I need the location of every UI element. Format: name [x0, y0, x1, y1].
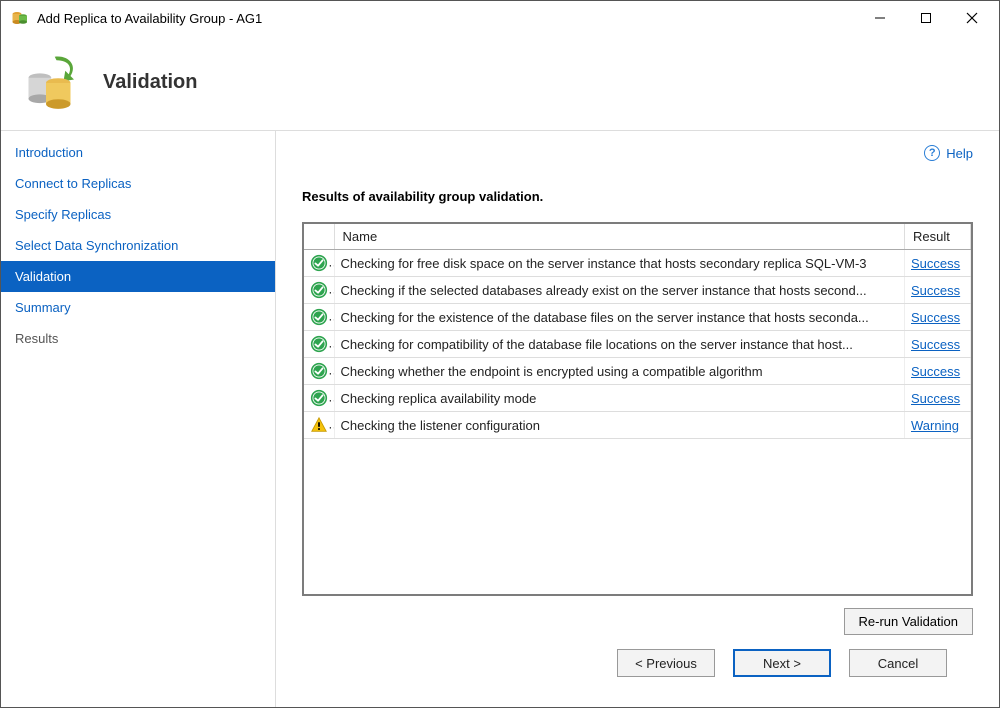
- table-row: Checking for compatibility of the databa…: [304, 331, 971, 358]
- table-row: Checking whether the endpoint is encrypt…: [304, 358, 971, 385]
- database-replica-icon: [25, 55, 81, 111]
- results-table: Name Result Checking for free disk space…: [302, 222, 973, 596]
- sidebar-item-label: Introduction: [15, 145, 83, 160]
- table-row: Checking for free disk space on the serv…: [304, 250, 971, 277]
- dialog-window: Add Replica to Availability Group - AG1: [0, 0, 1000, 708]
- previous-button[interactable]: < Previous: [617, 649, 715, 677]
- table-row: Checking the listener configuration Warni…: [304, 412, 971, 439]
- validation-check-name: Checking replica availability mode: [334, 385, 905, 412]
- results-heading: Results of availability group validation…: [302, 189, 973, 204]
- sidebar-item-label: Summary: [15, 300, 71, 315]
- sidebar-item-label: Results: [15, 331, 58, 346]
- sidebar-item-validation[interactable]: Validation: [1, 261, 275, 292]
- sidebar-item-results[interactable]: Results: [1, 323, 275, 354]
- sidebar-item-connect-to-replicas[interactable]: Connect to Replicas: [1, 168, 275, 199]
- column-header-result: Result: [905, 224, 971, 250]
- success-icon: [304, 331, 334, 358]
- sidebar-item-select-data-synchronization[interactable]: Select Data Synchronization: [1, 230, 275, 261]
- rerun-validation-button[interactable]: Re-run Validation: [844, 608, 973, 635]
- result-link[interactable]: Success: [911, 337, 960, 352]
- validation-check-name: Checking the listener configuration: [334, 412, 905, 439]
- header: Validation: [1, 35, 999, 131]
- result-link[interactable]: Warning: [911, 418, 959, 433]
- success-icon: [304, 385, 334, 412]
- result-link[interactable]: Success: [911, 391, 960, 406]
- result-link[interactable]: Success: [911, 310, 960, 325]
- table-row: Checking if the selected databases alrea…: [304, 277, 971, 304]
- success-icon: [304, 304, 334, 331]
- wizard-footer: < Previous Next > Cancel: [302, 635, 973, 691]
- result-link[interactable]: Success: [911, 283, 960, 298]
- titlebar: Add Replica to Availability Group - AG1: [1, 1, 999, 35]
- success-icon: [304, 358, 334, 385]
- column-header-name: Name: [334, 224, 905, 250]
- validation-check-name: Checking for the existence of the databa…: [334, 304, 905, 331]
- sidebar-item-specify-replicas[interactable]: Specify Replicas: [1, 199, 275, 230]
- next-button[interactable]: Next >: [733, 649, 831, 677]
- close-button[interactable]: [949, 1, 995, 35]
- validation-check-name: Checking for compatibility of the databa…: [334, 331, 905, 358]
- app-icon: [11, 9, 29, 27]
- warning-icon: [304, 412, 334, 439]
- validation-check-name: Checking if the selected databases alrea…: [334, 277, 905, 304]
- validation-check-name: Checking for free disk space on the serv…: [334, 250, 905, 277]
- help-link[interactable]: ? Help: [924, 145, 973, 161]
- sidebar-item-label: Connect to Replicas: [15, 176, 131, 191]
- sidebar-item-label: Specify Replicas: [15, 207, 111, 222]
- result-link[interactable]: Success: [911, 364, 960, 379]
- help-label: Help: [946, 146, 973, 161]
- page-title: Validation: [103, 71, 197, 94]
- sidebar: Introduction Connect to Replicas Specify…: [1, 131, 276, 707]
- sidebar-item-label: Validation: [15, 269, 71, 284]
- cancel-button[interactable]: Cancel: [849, 649, 947, 677]
- help-icon: ?: [924, 145, 940, 161]
- minimize-button[interactable]: [857, 1, 903, 35]
- sidebar-item-summary[interactable]: Summary: [1, 292, 275, 323]
- window-title: Add Replica to Availability Group - AG1: [37, 11, 262, 26]
- success-icon: [304, 277, 334, 304]
- result-link[interactable]: Success: [911, 256, 960, 271]
- body: Introduction Connect to Replicas Specify…: [1, 131, 999, 707]
- window-controls: [857, 1, 995, 35]
- main-panel: ? Help Results of availability group val…: [276, 131, 999, 707]
- table-row: Checking for the existence of the databa…: [304, 304, 971, 331]
- maximize-button[interactable]: [903, 1, 949, 35]
- sidebar-item-label: Select Data Synchronization: [15, 238, 178, 253]
- table-row: Checking replica availability mode Succes…: [304, 385, 971, 412]
- success-icon: [304, 250, 334, 277]
- column-header-icon: [304, 224, 334, 250]
- validation-check-name: Checking whether the endpoint is encrypt…: [334, 358, 905, 385]
- sidebar-item-introduction[interactable]: Introduction: [1, 137, 275, 168]
